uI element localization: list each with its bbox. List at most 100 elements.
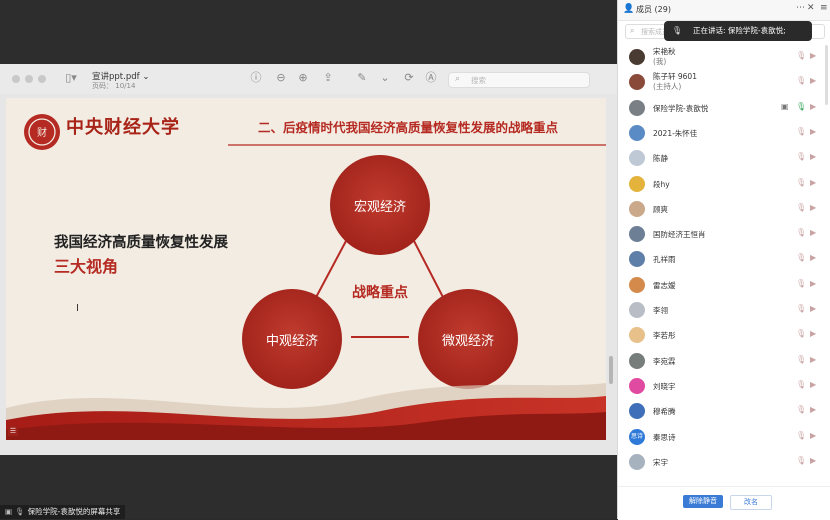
info-icon[interactable]: ⓘ <box>250 72 262 84</box>
zoom-out-icon[interactable]: ⊖ <box>275 72 287 84</box>
pdf-toolbar: ▯▾ 宣讲ppt.pdf ⌄ 页码： 10/14 ⓘ ⊖ ⊕ ⇪ ✎ ⌄ ⟳ Ⓐ… <box>0 64 617 95</box>
screen-share-icon: ▣ <box>781 101 789 111</box>
avatar <box>629 352 645 369</box>
rotate-icon[interactable]: ⟳ <box>403 72 415 84</box>
member-row[interactable]: 保险学院-袁歆悦 ▣ 🎙 ▶ <box>618 95 830 120</box>
mic-muted-icon[interactable]: 🎙 <box>796 456 806 465</box>
camera-off-icon[interactable]: ▶ <box>810 329 816 338</box>
camera-off-icon[interactable]: ▶ <box>810 355 816 364</box>
mic-muted-icon[interactable]: 🎙 <box>796 228 806 237</box>
member-row[interactable]: 李若彤 🎙 ▶ <box>618 322 830 347</box>
member-name: 秦思诗 <box>653 432 676 442</box>
screen-share-text: 保险学院-袁歆悦的屏幕共享 <box>27 507 121 516</box>
avatar <box>629 49 645 65</box>
page-indicator: 页码： 10/14 <box>92 81 135 91</box>
member-row[interactable]: 刘晓宇 🎙 ▶ <box>618 373 830 398</box>
speaking-indicator: 🎙 正在讲话: 保险学院-袁歆悦; <box>664 21 812 41</box>
window-zoom-button[interactable] <box>38 75 46 83</box>
more-icon[interactable]: ⋯ <box>796 3 805 13</box>
members-header: 👤 成员 (29) ⋯ ✕ ≡ <box>618 0 830 21</box>
camera-off-icon[interactable]: ▶ <box>810 127 816 136</box>
mic-muted-icon[interactable]: 🎙 <box>796 51 806 60</box>
camera-off-icon[interactable]: ▶ <box>810 405 816 414</box>
screen-share-icon: ▣ <box>5 507 13 516</box>
chevron-down-icon: ⌄ <box>142 72 150 82</box>
member-name: 国防经济王恒肖 <box>653 230 706 240</box>
rename-button[interactable]: 改名 <box>730 495 772 510</box>
mic-muted-icon[interactable]: 🎙 <box>796 76 806 85</box>
camera-off-icon[interactable]: ▶ <box>810 102 816 111</box>
avatar <box>629 99 645 116</box>
menu-icon[interactable]: ≡ <box>820 3 828 13</box>
mic-muted-icon[interactable]: 🎙 <box>796 355 806 364</box>
camera-off-icon[interactable]: ▶ <box>810 178 816 187</box>
pdf-search-field[interactable]: ⌕ 搜索 <box>448 72 590 88</box>
mic-muted-icon[interactable]: 🎙 <box>796 178 806 187</box>
member-row[interactable]: 国防经济王恒肖 🎙 ▶ <box>618 221 830 246</box>
mic-muted-icon[interactable]: 🎙 <box>796 127 806 136</box>
slide-menu-icon[interactable]: ☰ <box>8 426 18 436</box>
camera-off-icon[interactable]: ▶ <box>810 380 816 389</box>
member-row[interactable]: 宋艳秋 (我) 🎙 ▶ <box>618 44 830 69</box>
mic-muted-icon[interactable]: 🎙 <box>796 380 806 389</box>
camera-off-icon[interactable]: ▶ <box>810 228 816 237</box>
member-row[interactable]: 思诗 秦思诗 🎙 ▶ <box>618 424 830 449</box>
member-row[interactable]: 李翎 🎙 ▶ <box>618 297 830 322</box>
mic-muted-icon[interactable]: 🎙 <box>796 431 806 440</box>
top-background <box>0 0 617 64</box>
window-close-button[interactable] <box>12 75 20 83</box>
camera-off-icon[interactable]: ▶ <box>810 431 816 440</box>
members-panel: 👤 成员 (29) ⋯ ✕ ≡ ⌕ 搜索成员 宋艳秋 (我) 🎙 ▶ 陈子轩 9601(… <box>617 0 830 520</box>
member-row[interactable]: 李宛霖 🎙 ▶ <box>618 348 830 373</box>
share-icon[interactable]: ⇪ <box>322 72 334 84</box>
member-name: 宋宇 <box>653 457 668 467</box>
mic-muted-icon[interactable]: 🎙 <box>796 253 806 262</box>
unmute-button[interactable]: 解除静音 <box>683 495 723 508</box>
zoom-in-icon[interactable]: ⊕ <box>297 72 309 84</box>
mic-on-icon[interactable]: 🎙 <box>796 102 806 111</box>
member-row[interactable]: 雷志嫒 🎙 ▶ <box>618 272 830 297</box>
camera-off-icon[interactable]: ▶ <box>810 76 816 85</box>
mic-icon: 🎙 <box>15 507 25 516</box>
camera-off-icon[interactable]: ▶ <box>810 203 816 212</box>
close-icon[interactable]: ✕ <box>807 3 815 13</box>
page-label: 页码： <box>92 82 113 90</box>
member-row[interactable]: 顾爽 🎙 ▶ <box>618 196 830 221</box>
mic-muted-icon[interactable]: 🎙 <box>796 304 806 313</box>
member-name: 穆希腾 <box>653 407 676 417</box>
speaking-text: 正在讲话: 保险学院-袁歆悦; <box>693 26 786 35</box>
window-minimize-button[interactable] <box>25 75 33 83</box>
mic-muted-icon[interactable]: 🎙 <box>796 152 806 161</box>
camera-off-icon[interactable]: ▶ <box>810 152 816 161</box>
circle-left-label: 中观经济 <box>265 334 318 349</box>
camera-off-icon[interactable]: ▶ <box>810 253 816 262</box>
pdf-document-area[interactable]: 财 中央财经大学 二、后疫情时代我国经济高质量恢复性发展的战略重点 我国经济高质… <box>0 94 617 455</box>
mic-muted-icon[interactable]: 🎙 <box>796 203 806 212</box>
member-row[interactable]: 段hy 🎙 ▶ <box>618 171 830 196</box>
member-row[interactable]: 穆希腾 🎙 ▶ <box>618 398 830 423</box>
avatar <box>629 377 645 394</box>
pdf-viewer-window: ▯▾ 宣讲ppt.pdf ⌄ 页码： 10/14 ⓘ ⊖ ⊕ ⇪ ✎ ⌄ ⟳ Ⓐ… <box>0 64 617 455</box>
markup-menu-chevron-icon[interactable]: ⌄ <box>379 72 391 84</box>
sidebar-toggle-icon[interactable]: ▯▾ <box>62 72 80 84</box>
member-row[interactable]: 陈子轩 9601 (主持人) 🎙 ▶ <box>618 69 830 94</box>
member-row[interactable]: 2021-朱怀佳 🎙 ▶ <box>618 120 830 145</box>
member-name: 刘晓宇 <box>653 381 676 391</box>
mic-muted-icon[interactable]: 🎙 <box>796 279 806 288</box>
camera-off-icon[interactable]: ▶ <box>810 456 816 465</box>
markup-pen-icon[interactable]: ✎ <box>356 72 368 84</box>
camera-off-icon[interactable]: ▶ <box>810 279 816 288</box>
camera-off-icon[interactable]: ▶ <box>810 304 816 313</box>
slide-heading: 二、后疫情时代我国经济高质量恢复性发展的战略重点 <box>258 120 559 135</box>
pdf-scrollbar[interactable] <box>609 356 613 384</box>
mic-muted-icon[interactable]: 🎙 <box>796 329 806 338</box>
circle-right-label: 微观经济 <box>441 334 494 349</box>
member-row[interactable]: 陈静 🎙 ▶ <box>618 145 830 170</box>
avatar <box>629 150 645 167</box>
avatar <box>629 302 645 318</box>
camera-off-icon[interactable]: ▶ <box>810 51 816 60</box>
mic-muted-icon[interactable]: 🎙 <box>796 405 806 414</box>
annotate-icon[interactable]: Ⓐ <box>425 72 437 84</box>
member-row[interactable]: 宋宇 🎙 ▶ <box>618 449 830 474</box>
member-row[interactable]: 孔祥雨 🎙 ▶ <box>618 246 830 271</box>
